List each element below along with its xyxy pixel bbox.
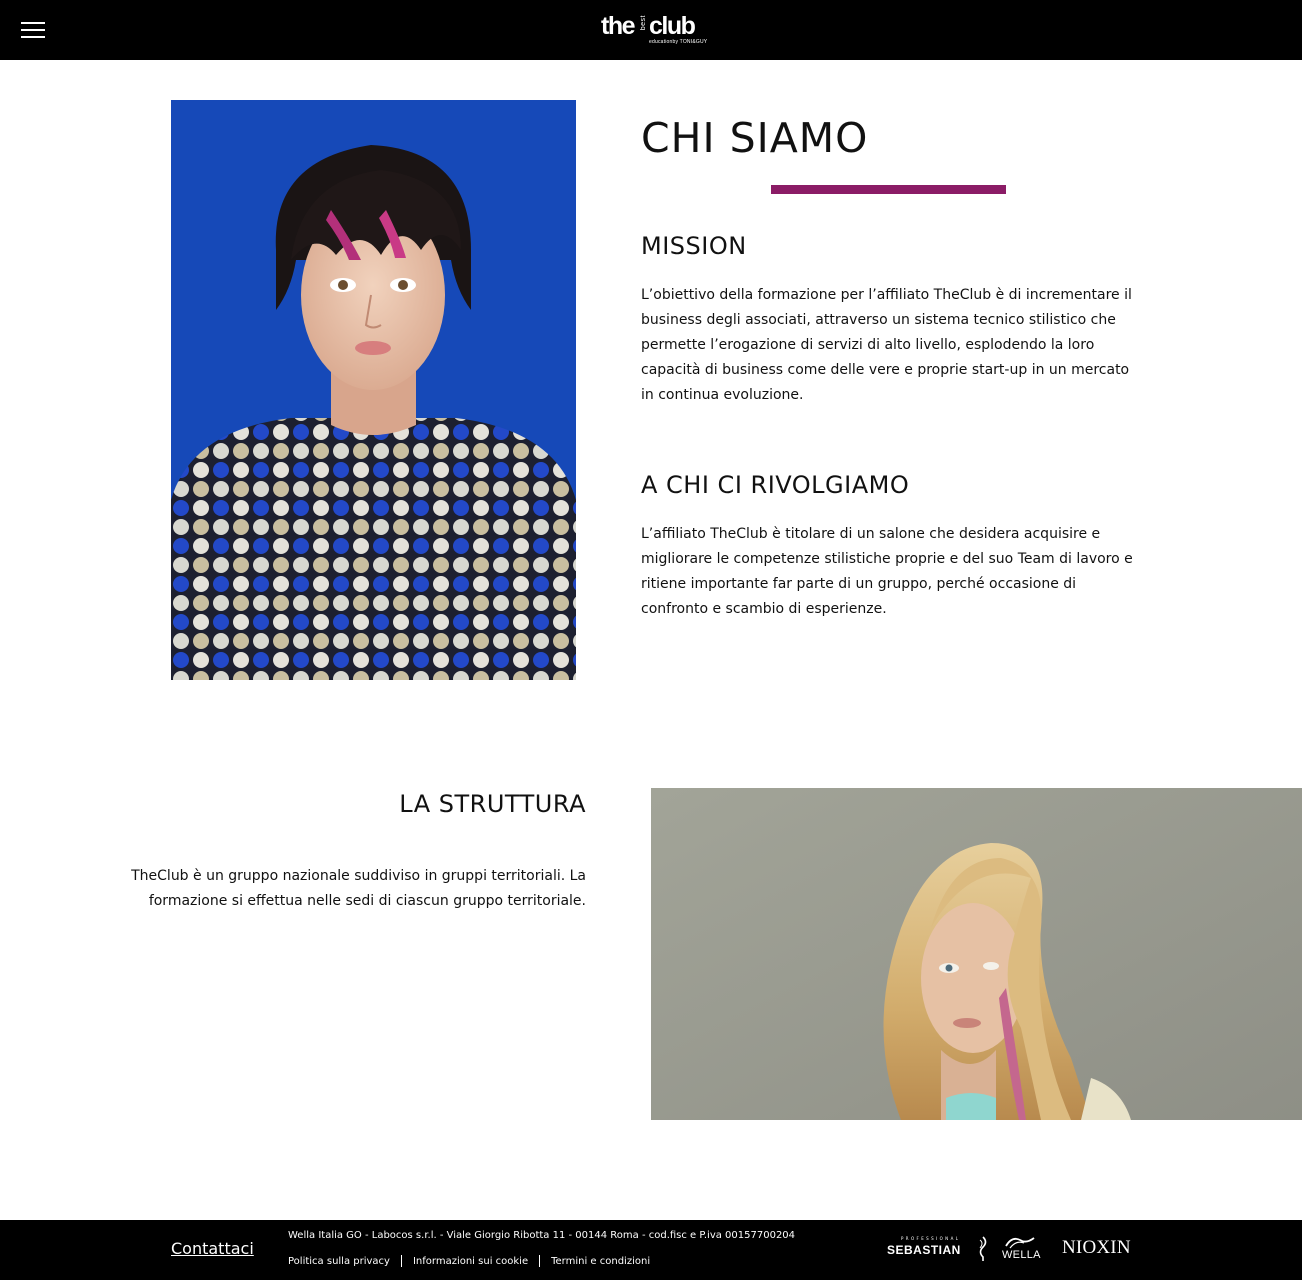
link-divider	[539, 1255, 541, 1267]
structure-text: TheClub è un gruppo nazionale suddiviso …	[131, 868, 586, 909]
hamburger-menu-icon[interactable]	[21, 21, 45, 39]
contact-link[interactable]: Contattaci	[171, 1239, 254, 1258]
model-portrait-blue-image	[171, 100, 576, 680]
sebastian-brand-logo: PROFESSIONAL SEBASTIAN	[887, 1236, 969, 1260]
logo-tagline: educationby TONI&GUY	[649, 39, 708, 45]
mission-heading: MISSION	[641, 232, 747, 260]
model-blonde-portrait-image	[651, 788, 1302, 1120]
logo-best: best	[640, 15, 647, 31]
privacy-policy-link[interactable]: Politica sulla privacy	[288, 1256, 390, 1267]
wella-wave-icon	[1005, 1237, 1035, 1249]
sebastian-label: SEBASTIAN	[887, 1243, 961, 1257]
page-title: CHI SIAMO	[641, 114, 869, 162]
sebastian-professional-label: PROFESSIONAL	[901, 1236, 961, 1241]
company-address: Wella Italia GO - Labocos s.r.l. - Viale…	[288, 1230, 796, 1241]
title-accent-rule	[771, 185, 1006, 194]
nioxin-brand-logo: NIOXIN	[1062, 1237, 1131, 1258]
link-divider	[400, 1255, 402, 1267]
wella-label: WELLA	[1002, 1249, 1041, 1261]
sebastian-mark-icon	[977, 1236, 989, 1262]
audience-text: L’affiliato TheClub è titolare di un sal…	[641, 526, 1133, 617]
mission-text: L’obiettivo della formazione per l’affil…	[641, 287, 1132, 403]
audience-heading: A CHI CI RIVOLGIAMO	[641, 471, 910, 499]
top-navigation-bar: the best club educationby TONI&GUY	[0, 0, 1302, 60]
logo-club: club	[649, 12, 696, 40]
structure-heading: LA STRUTTURA	[399, 790, 586, 818]
theclub-logo[interactable]: the best club educationby TONI&GUY	[601, 12, 707, 46]
footer-links: Politica sulla privacy Informazioni sui c…	[288, 1255, 650, 1267]
wella-brand-logo: WELLA	[1002, 1234, 1046, 1262]
terms-conditions-link[interactable]: Termini e condizioni	[551, 1256, 650, 1267]
cookie-info-link[interactable]: Informazioni sui cookie	[413, 1256, 528, 1267]
site-footer: Contattaci Wella Italia GO - Labocos s.r…	[0, 1220, 1302, 1280]
logo-the: the	[601, 12, 636, 40]
